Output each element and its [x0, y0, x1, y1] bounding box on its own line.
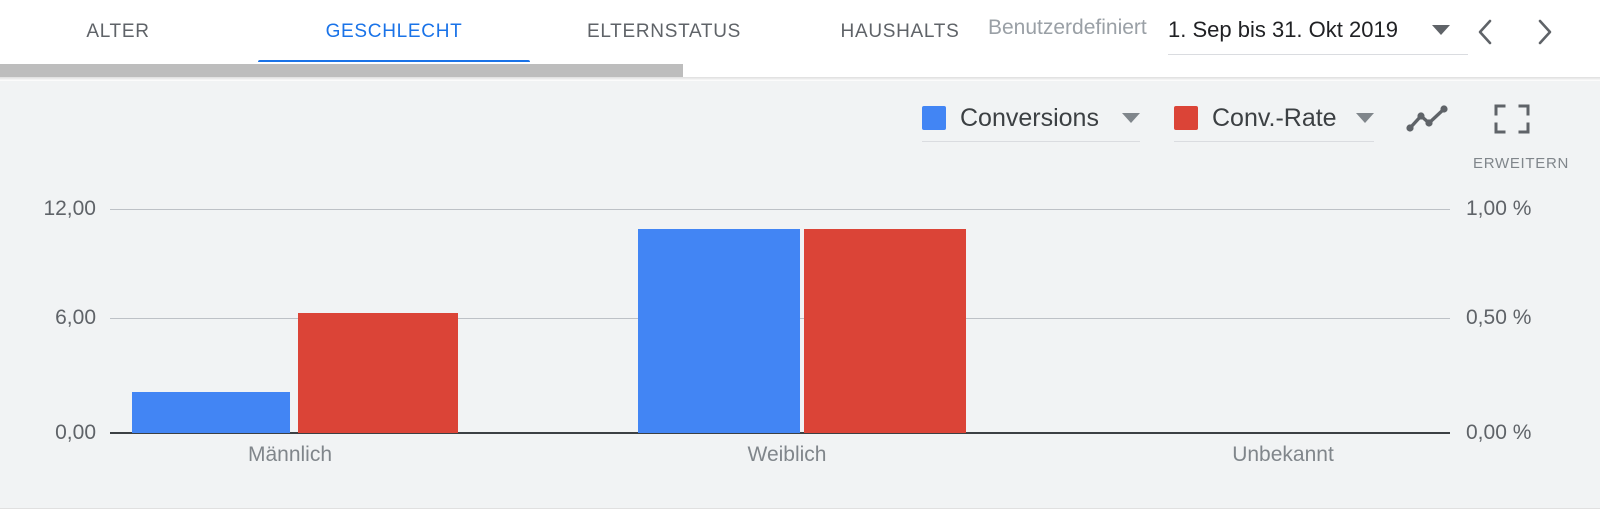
chevron-right-icon[interactable]: [1528, 12, 1562, 52]
x-axis-label-unbekannt: Unbekannt: [1232, 443, 1334, 466]
tab-geschlecht[interactable]: GESCHLECHT: [258, 0, 530, 64]
gridline-12: [110, 209, 1450, 210]
chevron-left-icon[interactable]: [1468, 12, 1502, 52]
y-axis-tick-left-12: 12,00: [43, 197, 96, 220]
chevron-down-icon[interactable]: [1432, 25, 1450, 35]
bar-conversions-maennlich[interactable]: [132, 392, 290, 433]
tab-haushalts-label: HAUSHALTS: [840, 21, 960, 42]
bar-conv-rate-weiblich[interactable]: [804, 229, 966, 433]
y-axis-tick-left-6: 6,00: [55, 306, 96, 329]
x-axis-label-maennlich: Männlich: [247, 443, 333, 466]
y-axis-tick-left-0: 0,00: [55, 421, 96, 444]
y-axis-tick-right-100: 1,00 %: [1466, 197, 1532, 220]
chart-panel: Conversions Conv.-Rate ERWEITERN 12,00 6…: [0, 81, 1600, 509]
date-range-mode-label: Benutzerdefiniert: [988, 16, 1147, 39]
horizontal-scrollbar-thumb[interactable]: [0, 64, 683, 77]
plot-area: 12,00 6,00 0,00 1,00 % 0,50 % 0,00 % Män…: [0, 81, 1600, 508]
x-axis-label-weiblich: Weiblich: [747, 443, 827, 466]
date-range-field[interactable]: 1. Sep bis 31. Okt 2019: [1168, 6, 1468, 55]
tab-elternstatus-label: ELTERNSTATUS: [586, 21, 742, 42]
y-axis-tick-right-050: 0,50 %: [1466, 306, 1532, 329]
header-bar: ALTER GESCHLECHT ELTERNSTATUS HAUSHALTS …: [0, 0, 1600, 64]
tab-alter-label: ALTER: [86, 21, 150, 42]
y-axis-tick-right-000: 0,00 %: [1466, 421, 1532, 444]
date-range-value: 1. Sep bis 31. Okt 2019: [1168, 17, 1398, 42]
analytics-chart-panel: ALTER GESCHLECHT ELTERNSTATUS HAUSHALTS …: [0, 0, 1600, 520]
bar-conversions-weiblich[interactable]: [638, 229, 800, 433]
tab-alter[interactable]: ALTER: [18, 0, 218, 64]
tab-geschlecht-label: GESCHLECHT: [325, 21, 463, 42]
tab-haushalts[interactable]: HAUSHALTS: [800, 0, 1000, 64]
bar-conv-rate-maennlich[interactable]: [298, 313, 458, 433]
tab-elternstatus[interactable]: ELTERNSTATUS: [548, 0, 780, 64]
